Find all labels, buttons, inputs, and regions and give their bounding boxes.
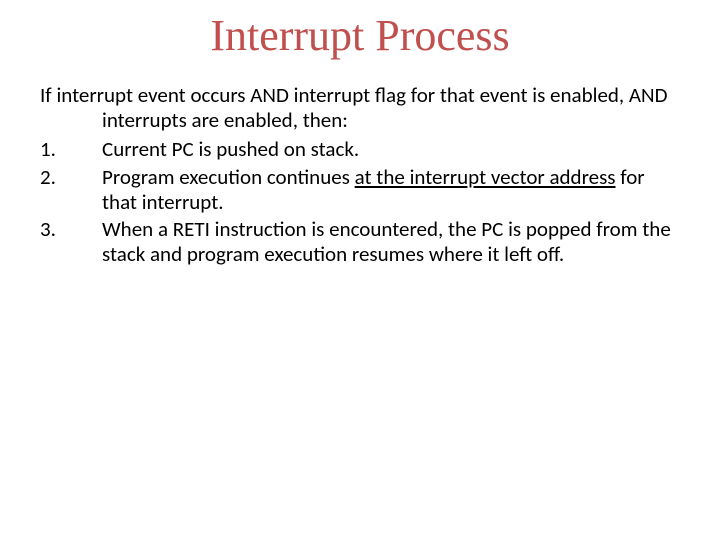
list-number: 3. (40, 217, 102, 242)
list-item: 2. Program execution continues at the in… (40, 165, 680, 215)
ordered-list: 1. Current PC is pushed on stack. 2. Pro… (40, 137, 680, 267)
list-text: Program execution continues at the inter… (102, 165, 680, 215)
list-item: 3. When a RETI instruction is encountere… (40, 217, 680, 267)
list-text: Current PC is pushed on stack. (102, 137, 680, 162)
slide: Interrupt Process If interrupt event occ… (0, 0, 720, 540)
list-number: 2. (40, 165, 102, 190)
list-item: 1. Current PC is pushed on stack. (40, 137, 680, 162)
slide-title: Interrupt Process (40, 0, 680, 83)
list-number: 1. (40, 137, 102, 162)
slide-body: If interrupt event occurs AND interrupt … (40, 83, 680, 267)
list-text-underlined: at the interrupt vector address (355, 164, 616, 190)
list-text: When a RETI instruction is encountered, … (102, 217, 680, 267)
list-text-before: Program execution continues (102, 164, 355, 190)
intro-text: If interrupt event occurs AND interrupt … (40, 83, 680, 133)
intro-prefix: If interrupt event occurs AND interrupt … (40, 82, 545, 108)
